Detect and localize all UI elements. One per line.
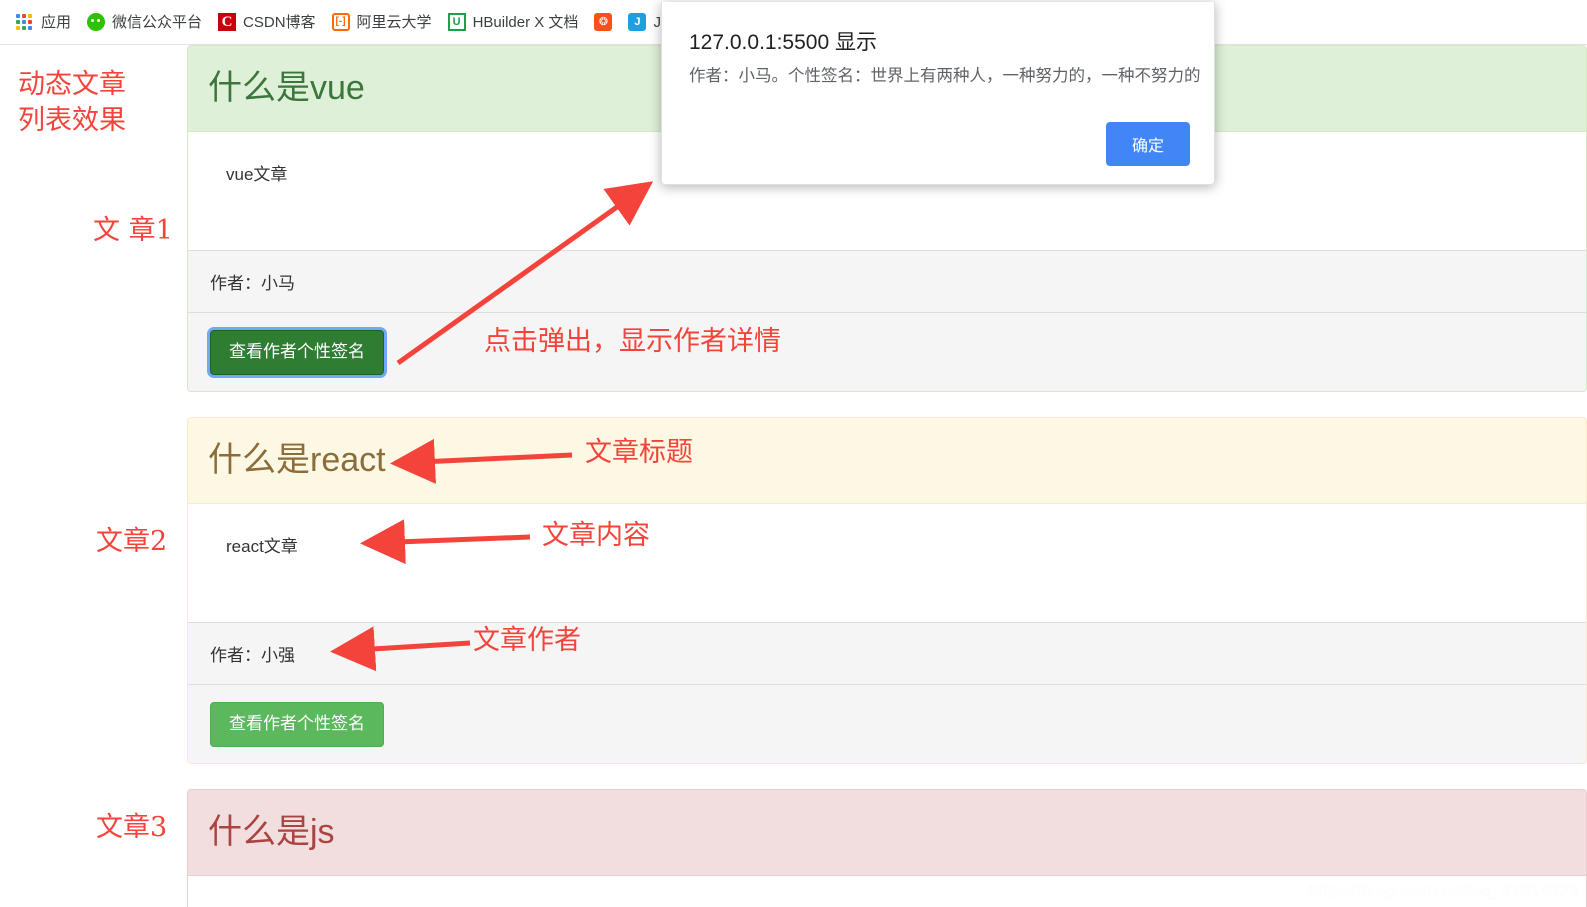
bookmark-label: HBuilder X 文档: [472, 13, 579, 31]
apps-grid-icon: [16, 14, 34, 30]
annotation-article-2: 文章2: [96, 526, 168, 557]
watermark: https://blog.csdn.net/qq_41614928: [1308, 881, 1579, 900]
dialog-ok-button[interactable]: 确定: [1105, 122, 1190, 166]
annotation-article-1: 文 章1: [93, 215, 173, 246]
bookmark-label: CSDN博客: [243, 13, 316, 31]
article-2-header: 什么是react: [188, 417, 1586, 505]
bookmark-label: 阿里云大学: [356, 13, 432, 31]
bookmark-item-3[interactable]: [-] 阿里云大学: [324, 7, 440, 37]
bookmark-label: 应用: [41, 13, 72, 31]
bookmark-item-4[interactable]: U HBuilder X 文档: [440, 7, 587, 37]
bookmark-item-5[interactable]: ❂: [586, 7, 620, 37]
annotation-article-3: 文章3: [96, 812, 168, 843]
article-2-author: 作者：小强: [188, 622, 1586, 686]
article-1-footer: 查看作者个性签名: [188, 313, 1586, 391]
annotation-heading: 动态文章 列表效果: [18, 69, 126, 137]
article-card-2: 什么是react react文章 作者：小强 查看作者个性签名: [187, 416, 1587, 764]
wechat-icon: [87, 13, 106, 31]
hbuilderx-icon: U: [447, 13, 466, 31]
article-2-title: 什么是react: [208, 440, 386, 479]
article-2-footer: 查看作者个性签名: [188, 685, 1586, 763]
dialog-message: 作者：小马。个性签名：世界上有两种人，一种努力的，一种不努力的: [689, 67, 1201, 85]
view-author-signature-button-2[interactable]: 查看作者个性签名: [210, 702, 384, 747]
javascript-alert-dialog: 127.0.0.1:5500 显示 作者：小马。个性签名：世界上有两种人，一种努…: [661, 2, 1215, 185]
bookmark-item-1[interactable]: 微信公众平台: [79, 7, 210, 37]
article-3-header: 什么是js: [188, 789, 1586, 876]
dialog-title: 127.0.0.1:5500 显示: [689, 31, 877, 54]
aliyun-icon: [-]: [331, 13, 350, 31]
article-2-body: react文章: [226, 537, 298, 557]
view-author-signature-button-1[interactable]: 查看作者个性签名: [210, 330, 384, 375]
bookmark-item-2[interactable]: C CSDN博客: [210, 7, 324, 37]
article-3-title: 什么是js: [208, 812, 335, 851]
java-tutorial-icon: J: [628, 13, 647, 31]
csdn-icon: C: [218, 13, 237, 31]
article-1-author: 作者：小马: [188, 250, 1586, 314]
bookmark-label: 微信公众平台: [112, 13, 203, 31]
bookmark-item-0[interactable]: 应用: [8, 7, 79, 37]
orange-skull-icon: ❂: [594, 13, 613, 31]
